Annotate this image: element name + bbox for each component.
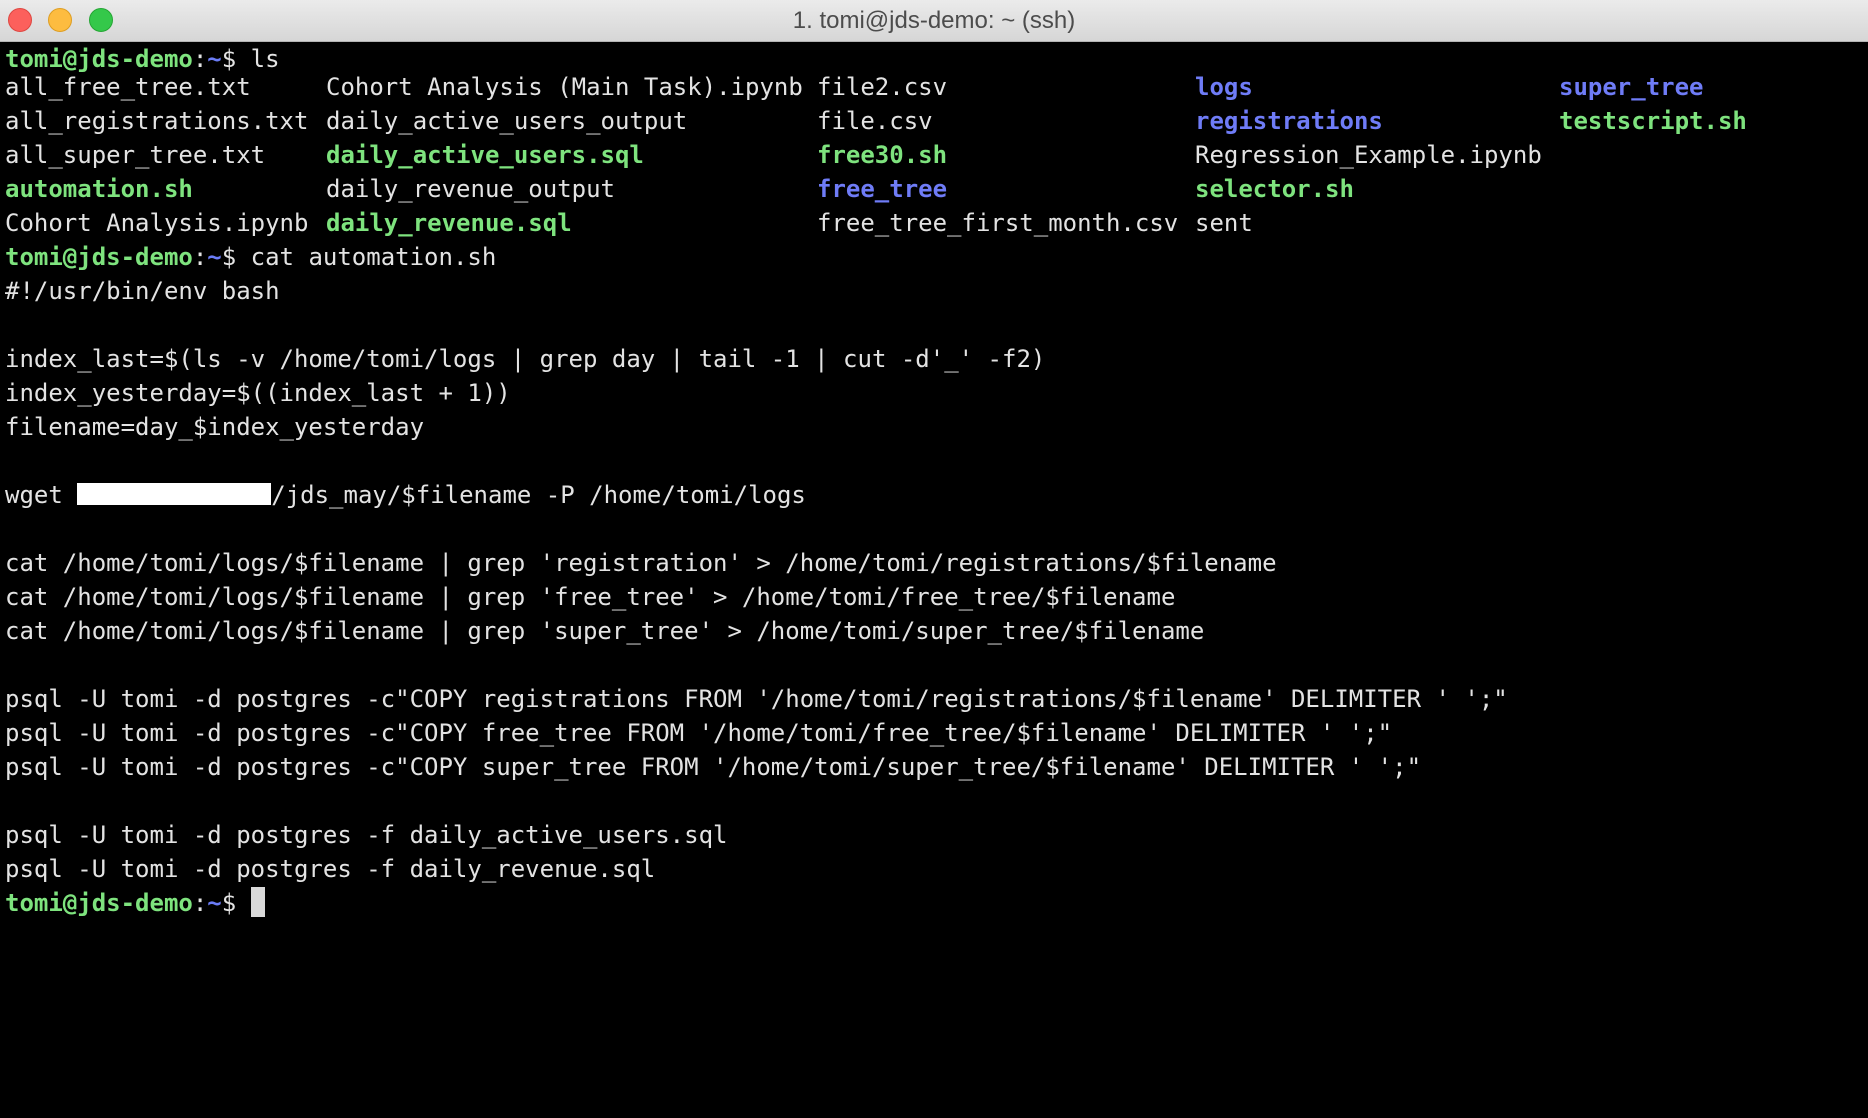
ls-row: automation.sh daily_revenue_output free_… bbox=[5, 172, 1354, 206]
wget-command: wget bbox=[5, 481, 78, 509]
ls-executable: daily_active_users.sql bbox=[326, 141, 644, 169]
ls-directory: free_tree bbox=[817, 175, 948, 203]
ls-file: all_registrations.txt bbox=[5, 107, 309, 135]
prompt-separator: : bbox=[192, 45, 208, 73]
ls-directory: logs bbox=[1195, 73, 1253, 101]
ls-row: all_free_tree.txt Cohort Analysis (Main … bbox=[5, 70, 1704, 104]
ls-row: all_registrations.txt daily_active_users… bbox=[5, 104, 1747, 138]
script-line-shebang: #!/usr/bin/env bash bbox=[5, 277, 280, 305]
ls-row: all_super_tree.txt daily_active_users.sq… bbox=[5, 138, 1542, 172]
prompt-line-cat: tomi@jds-demo:~$ cat automation.sh bbox=[5, 240, 496, 274]
script-line-index-yesterday: index_yesterday=$((index_last + 1)) bbox=[5, 379, 511, 407]
prompt-separator: : bbox=[192, 889, 208, 917]
ls-executable: testscript.sh bbox=[1559, 107, 1747, 135]
ls-directory: super_tree bbox=[1559, 73, 1704, 101]
ls-directory: registrations bbox=[1195, 107, 1383, 135]
prompt-host: tomi@jds-demo bbox=[5, 45, 193, 73]
terminal-output[interactable]: tomi@jds-demo:~$ ls all_free_tree.txt Co… bbox=[0, 42, 1868, 1118]
redacted-url-block bbox=[77, 483, 272, 505]
ls-file: all_super_tree.txt bbox=[5, 141, 266, 169]
script-line-wget: wget /jds_may/$filename -P /home/tomi/lo… bbox=[5, 478, 806, 512]
script-line-cat-free-tree: cat /home/tomi/logs/$filename | grep 'fr… bbox=[5, 583, 1176, 611]
ls-file: free_tree_first_month.csv bbox=[817, 209, 1179, 237]
ls-file: Cohort Analysis.ipynb bbox=[5, 209, 309, 237]
ls-executable: free30.sh bbox=[817, 141, 948, 169]
script-line-psql-revenue: psql -U tomi -d postgres -f daily_revenu… bbox=[5, 855, 656, 883]
prompt-symbol: $ bbox=[221, 45, 251, 73]
wget-arguments: /jds_may/$filename -P /home/tomi/logs bbox=[271, 481, 806, 509]
prompt-path: ~ bbox=[207, 889, 222, 917]
script-line-index-last: index_last=$(ls -v /home/tomi/logs | gre… bbox=[5, 345, 1046, 373]
window-title: 1. tomi@jds-demo: ~ (ssh) bbox=[792, 7, 1076, 34]
ls-file: Cohort Analysis (Main Task).ipynb bbox=[326, 73, 803, 101]
terminal-window: 1. tomi@jds-demo: ~ (ssh) tomi@jds-demo:… bbox=[0, 0, 1868, 1118]
script-line-psql-super-tree: psql -U tomi -d postgres -c"COPY super_t… bbox=[5, 753, 1422, 781]
ls-file: daily_active_users_output bbox=[326, 107, 688, 135]
prompt-symbol: $ bbox=[221, 889, 251, 917]
ls-file: daily_revenue_output bbox=[326, 175, 615, 203]
script-line-psql-registrations: psql -U tomi -d postgres -c"COPY registr… bbox=[5, 685, 1508, 713]
command-cat: cat automation.sh bbox=[250, 243, 497, 271]
prompt-separator: : bbox=[192, 243, 208, 271]
ls-executable: selector.sh bbox=[1195, 175, 1354, 203]
prompt-symbol: $ bbox=[221, 243, 251, 271]
prompt-path: ~ bbox=[207, 243, 222, 271]
ls-file: file.csv bbox=[817, 107, 933, 135]
script-line-psql-free-tree: psql -U tomi -d postgres -c"COPY free_tr… bbox=[5, 719, 1393, 747]
script-line-psql-active-users: psql -U tomi -d postgres -f daily_active… bbox=[5, 821, 728, 849]
ls-row: Cohort Analysis.ipynb daily_revenue.sql … bbox=[5, 206, 1253, 240]
text-cursor[interactable] bbox=[250, 887, 265, 917]
ls-file: sent bbox=[1195, 209, 1253, 237]
script-line-filename: filename=day_$index_yesterday bbox=[5, 413, 425, 441]
ls-file: all_free_tree.txt bbox=[5, 73, 251, 101]
prompt-host: tomi@jds-demo bbox=[5, 889, 193, 917]
ls-file: Regression_Example.ipynb bbox=[1195, 141, 1542, 169]
ls-executable: automation.sh bbox=[5, 175, 193, 203]
prompt-line-current: tomi@jds-demo:~$ bbox=[5, 886, 265, 920]
script-line-cat-registration: cat /home/tomi/logs/$filename | grep 're… bbox=[5, 549, 1277, 577]
prompt-path: ~ bbox=[207, 45, 222, 73]
prompt-host: tomi@jds-demo bbox=[5, 243, 193, 271]
ls-executable: daily_revenue.sql bbox=[326, 209, 572, 237]
script-line-cat-super-tree: cat /home/tomi/logs/$filename | grep 'su… bbox=[5, 617, 1205, 645]
ls-file: file2.csv bbox=[817, 73, 948, 101]
command-ls: ls bbox=[250, 45, 280, 73]
title-bar[interactable]: 1. tomi@jds-demo: ~ (ssh) bbox=[0, 0, 1868, 42]
